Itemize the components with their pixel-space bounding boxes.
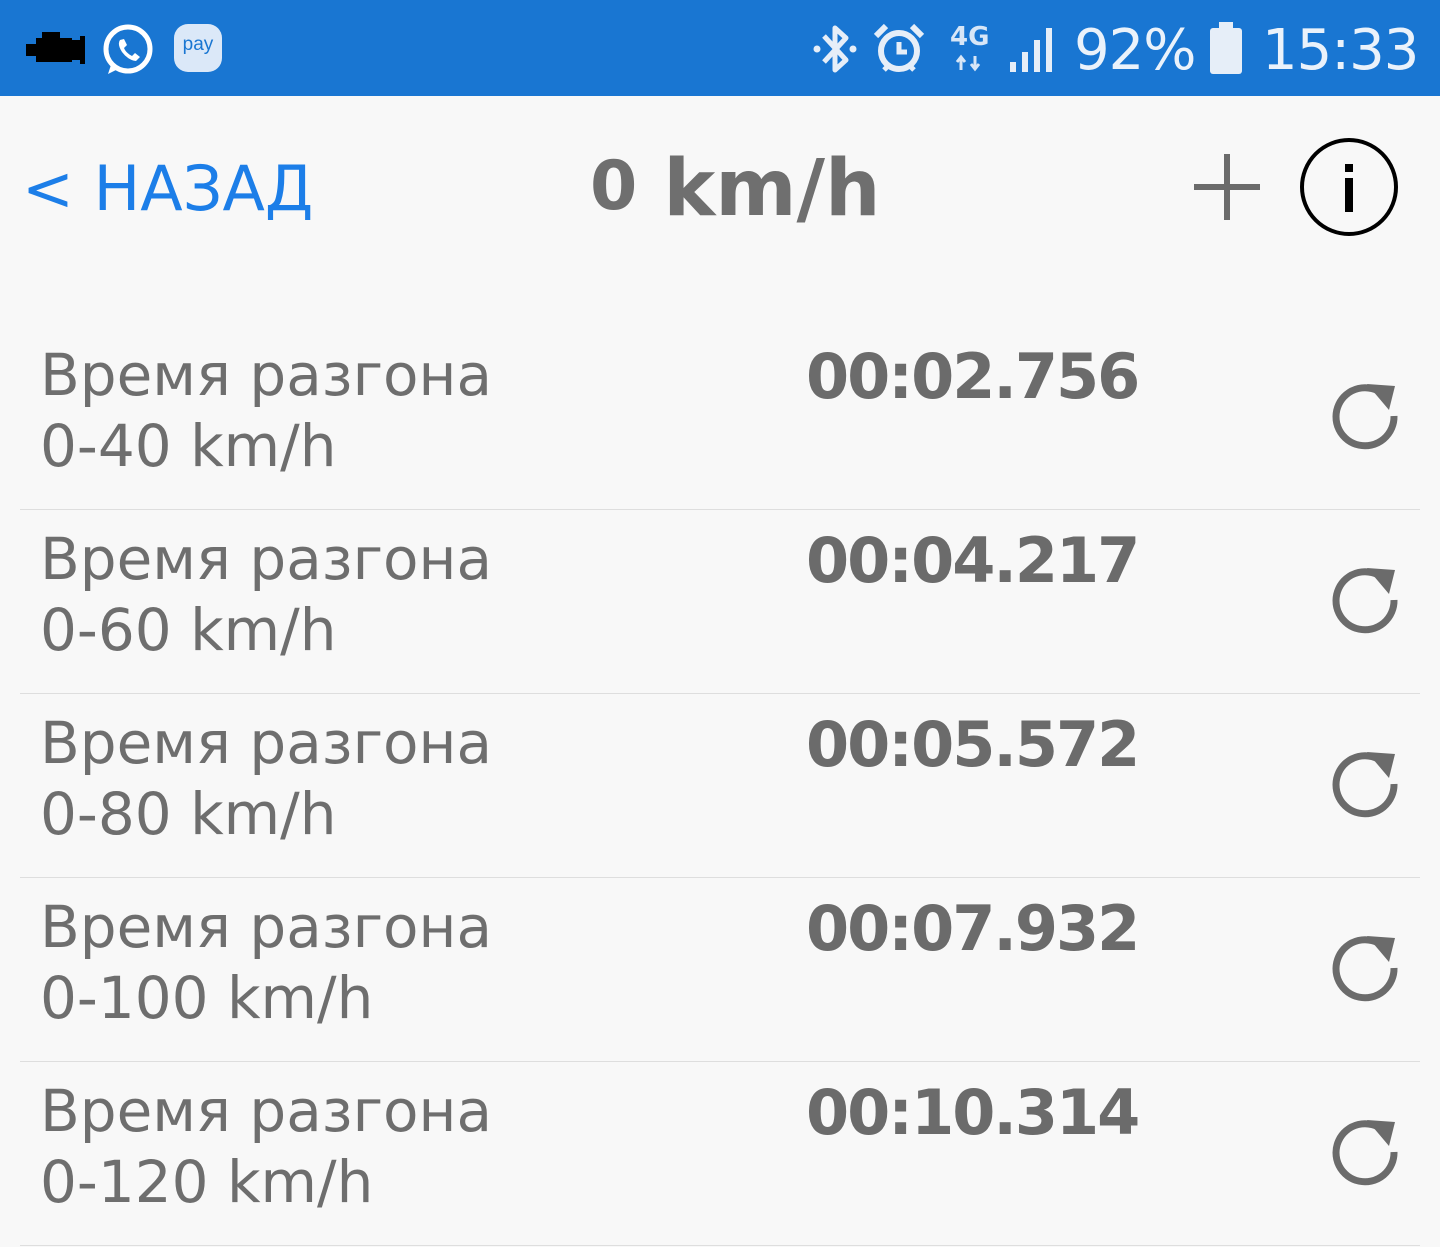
alarm-icon xyxy=(873,23,925,72)
result-row-0-60: Время разгона 0-60 km/h 00:04.217 xyxy=(20,510,1420,694)
row-speed-range: 0-120 km/h xyxy=(40,1148,374,1216)
refresh-icon xyxy=(1332,1120,1398,1186)
result-row-0-120: Время разгона 0-120 km/h 00:10.314 xyxy=(20,1062,1420,1246)
plus-icon xyxy=(1194,154,1260,220)
reset-button[interactable] xyxy=(1325,376,1409,460)
acceleration-results-list: Время разгона 0-40 km/h 00:02.756 Время … xyxy=(20,326,1420,1246)
refresh-icon xyxy=(1332,568,1398,634)
row-title: Время разгона xyxy=(40,1077,492,1145)
reset-button[interactable] xyxy=(1325,1112,1409,1196)
add-button[interactable] xyxy=(1192,152,1262,222)
current-speed: 0 km/h xyxy=(590,144,881,234)
reset-button[interactable] xyxy=(1325,928,1409,1012)
row-title: Время разгона xyxy=(40,893,492,961)
row-title: Время разгона xyxy=(40,341,492,409)
speed-value: 0 xyxy=(590,147,638,226)
network-label: 4G xyxy=(950,22,990,52)
row-speed-range: 0-80 km/h xyxy=(40,780,337,848)
result-row-0-80: Время разгона 0-80 km/h 00:05.572 xyxy=(20,694,1420,878)
refresh-icon xyxy=(1332,752,1398,818)
row-time: 00:04.217 xyxy=(806,524,1140,597)
row-time: 00:10.314 xyxy=(806,1076,1140,1149)
refresh-icon xyxy=(1332,936,1398,1002)
speed-unit: km/h xyxy=(663,144,881,234)
row-speed-range: 0-40 km/h xyxy=(40,412,337,480)
whatsapp-icon xyxy=(103,24,153,74)
network-4g-icon: 4G xyxy=(946,20,992,76)
signal-icon xyxy=(1010,28,1052,72)
row-title: Время разгона xyxy=(40,525,492,593)
row-time: 00:05.572 xyxy=(806,708,1140,781)
refresh-icon xyxy=(1332,384,1398,450)
back-button[interactable]: < НАЗАД xyxy=(22,152,313,225)
pay-label: pay xyxy=(182,34,214,55)
result-row-0-100: Время разгона 0-100 km/h 00:07.932 xyxy=(20,878,1420,1062)
bluetooth-icon xyxy=(813,25,857,73)
row-speed-range: 0-100 km/h xyxy=(40,964,374,1032)
battery-percent: 92% xyxy=(1074,18,1196,83)
row-time: 00:02.756 xyxy=(806,340,1140,413)
status-bar: pay 4G 92% 15:33 xyxy=(0,0,1440,96)
info-icon xyxy=(1300,138,1398,236)
battery-icon xyxy=(1210,22,1242,74)
reset-button[interactable] xyxy=(1325,744,1409,828)
result-row-0-40: Время разгона 0-40 km/h 00:02.756 xyxy=(20,326,1420,510)
reset-button[interactable] xyxy=(1325,560,1409,644)
row-title: Время разгона xyxy=(40,709,492,777)
row-speed-range: 0-60 km/h xyxy=(40,596,337,664)
pay-icon: pay xyxy=(174,24,222,72)
clock-time: 15:33 xyxy=(1262,18,1419,83)
row-time: 00:07.932 xyxy=(806,892,1140,965)
check-engine-icon xyxy=(26,32,85,64)
info-button[interactable] xyxy=(1299,137,1399,237)
